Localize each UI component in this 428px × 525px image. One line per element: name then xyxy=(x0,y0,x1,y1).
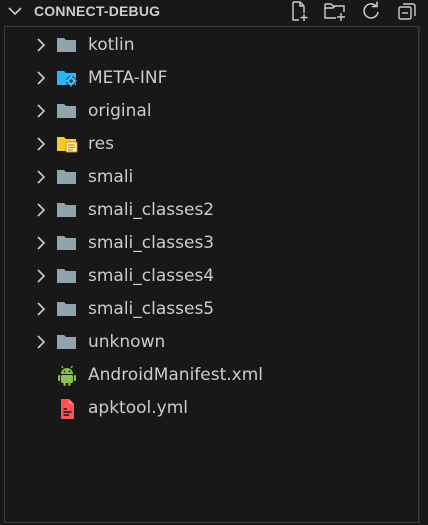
folder-icon xyxy=(55,332,79,352)
chevron-right-icon[interactable] xyxy=(33,301,49,317)
tree-item-label: apktool.yml xyxy=(88,398,188,418)
refresh-icon[interactable] xyxy=(358,0,384,22)
folder-icon xyxy=(55,35,79,55)
explorer-panel: CONNECT-DEBUG kotlin META-INF original r… xyxy=(0,0,428,525)
chevron-down-icon[interactable] xyxy=(6,2,24,20)
folder-icon xyxy=(55,200,79,220)
chevron-right-icon[interactable] xyxy=(33,268,49,284)
tree-item-unknown[interactable]: unknown xyxy=(5,326,418,358)
tree-item-meta-inf[interactable]: META-INF xyxy=(5,62,418,94)
tree-item-label: smali_classes2 xyxy=(88,200,215,220)
tree-item-label: unknown xyxy=(88,332,166,352)
tree-item-label: smali_classes4 xyxy=(88,266,215,286)
tree-item-label: AndroidManifest.xml xyxy=(88,365,264,385)
tree-item-label: META-INF xyxy=(88,68,168,88)
new-folder-icon[interactable] xyxy=(322,0,348,22)
tree-item-label: original xyxy=(88,101,152,121)
folder-resource-icon xyxy=(55,134,79,154)
folder-icon xyxy=(55,101,79,121)
chevron-right-icon[interactable] xyxy=(33,136,49,152)
tree-item-smali-classes4[interactable]: smali_classes4 xyxy=(5,260,418,292)
chevron-right-icon[interactable] xyxy=(33,202,49,218)
android-icon xyxy=(55,365,79,386)
folder-icon xyxy=(55,299,79,319)
tree-item-apktool-yml[interactable]: apktool.yml xyxy=(5,392,418,424)
tree-item-label: res xyxy=(88,134,114,154)
chevron-right-icon[interactable] xyxy=(33,37,49,53)
chevron-right-icon[interactable] xyxy=(33,334,49,350)
tree-item-smali[interactable]: smali xyxy=(5,161,418,193)
chevron-right-icon[interactable] xyxy=(33,70,49,86)
folder-icon xyxy=(55,167,79,187)
yaml-file-icon xyxy=(55,398,79,419)
tree-item-smali-classes2[interactable]: smali_classes2 xyxy=(5,194,418,226)
tree-item-label: kotlin xyxy=(88,35,135,55)
tree-item-original[interactable]: original xyxy=(5,95,418,127)
folder-config-icon xyxy=(55,68,79,88)
chevron-right-icon[interactable] xyxy=(33,103,49,119)
tree-item-smali-classes3[interactable]: smali_classes3 xyxy=(5,227,418,259)
tree-item-kotlin[interactable]: kotlin xyxy=(5,29,418,61)
tree-item-label: smali_classes5 xyxy=(88,299,215,319)
chevron-right-icon[interactable] xyxy=(33,169,49,185)
collapse-all-icon[interactable] xyxy=(394,0,420,22)
tree-item-smali-classes5[interactable]: smali_classes5 xyxy=(5,293,418,325)
tree-item-label: smali_classes3 xyxy=(88,233,215,253)
explorer-title: CONNECT-DEBUG xyxy=(34,3,161,19)
new-file-icon[interactable] xyxy=(286,0,312,22)
file-tree: kotlin META-INF original res smali smali… xyxy=(4,26,419,523)
scrollbar-track[interactable] xyxy=(419,26,428,525)
explorer-section-header[interactable]: CONNECT-DEBUG xyxy=(0,0,428,22)
explorer-actions xyxy=(286,0,420,22)
chevron-right-icon[interactable] xyxy=(33,235,49,251)
tree-item-androidmanifest-xml[interactable]: AndroidManifest.xml xyxy=(5,359,418,391)
folder-icon xyxy=(55,266,79,286)
folder-icon xyxy=(55,233,79,253)
tree-item-res[interactable]: res xyxy=(5,128,418,160)
tree-item-label: smali xyxy=(88,167,134,187)
